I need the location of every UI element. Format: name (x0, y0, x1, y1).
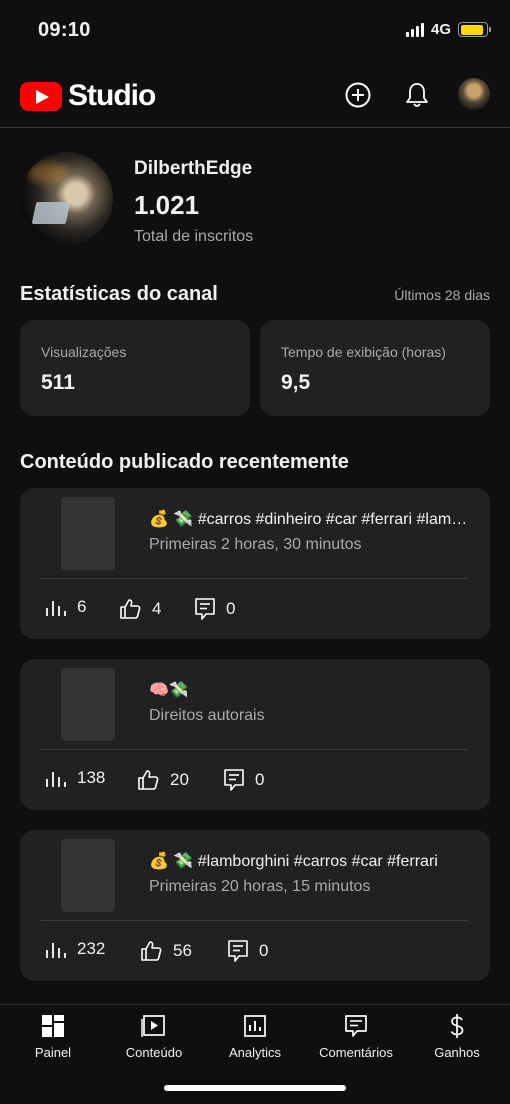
like-icon (141, 941, 162, 961)
notifications-icon (406, 83, 428, 107)
create-icon (345, 82, 371, 108)
likes-metric: 20 (136, 768, 189, 792)
views-metric: 138 (45, 768, 105, 788)
like-icon (138, 770, 159, 790)
stat-card-views[interactable]: Visualizações 511 (20, 320, 250, 416)
nav-label: Analytics (228, 1045, 282, 1060)
subscriber-label: Total de inscritos (134, 228, 254, 245)
studio-logo[interactable]: Studio (20, 79, 156, 113)
views-count: 6 (77, 597, 87, 616)
earn-icon (450, 1014, 464, 1038)
create-button[interactable] (343, 80, 373, 110)
views-icon (46, 943, 66, 958)
comment-icon (228, 940, 248, 962)
comment-icon (224, 769, 244, 791)
status-time: 09:10 (38, 19, 91, 41)
views-metric: 6 (45, 597, 86, 617)
subscriber-count: 1.021 (134, 190, 200, 220)
youtube-logo-icon (20, 81, 62, 111)
dashboard-icon (42, 1015, 64, 1037)
likes-metric: 4 (118, 597, 161, 621)
stats-title: Estatísticas do canal (20, 283, 218, 305)
status-bar: 09:10 4G (0, 0, 510, 62)
battery-icon (458, 22, 491, 37)
comments-count: 0 (259, 941, 269, 960)
home-indicator[interactable] (164, 1085, 346, 1091)
likes-count: 4 (152, 599, 162, 618)
likes-count: 20 (170, 770, 189, 789)
nav-item-analytics[interactable]: Analytics (205, 1013, 305, 1060)
stat-label: Tempo de exibição (horas) (281, 344, 446, 360)
stat-label: Visualizações (41, 344, 127, 360)
stats-period: Últimos 28 dias (394, 287, 490, 303)
notifications-button[interactable] (402, 80, 432, 110)
like-icon (120, 599, 141, 619)
divider (41, 920, 469, 921)
views-count: 138 (77, 768, 106, 787)
nav-item-comments[interactable]: Comentários (306, 1013, 406, 1060)
comments-metric: 0 (223, 768, 264, 792)
comments-count: 0 (255, 770, 265, 789)
stat-value: 511 (41, 371, 75, 394)
stat-value: 9,5 (281, 371, 311, 394)
nav-label: Conteúdo (125, 1045, 183, 1060)
views-count: 232 (77, 939, 106, 958)
video-subtitle: Direitos autorais (149, 707, 265, 724)
divider (41, 578, 469, 579)
comments-metric: 0 (194, 597, 235, 621)
content-card[interactable]: 🧠💸 Direitos autorais 138 20 0 (20, 659, 490, 810)
channel-avatar[interactable] (20, 152, 113, 245)
recent-content-title: Conteúdo publicado recentemente (20, 451, 349, 473)
video-subtitle: Primeiras 2 horas, 30 minutos (149, 536, 362, 553)
nav-label: Comentários (319, 1045, 393, 1060)
comment-icon (195, 598, 215, 620)
video-thumbnail (61, 668, 115, 741)
comments-icon (345, 1015, 367, 1037)
comments-count: 0 (226, 599, 236, 618)
nav-label: Painel (34, 1045, 72, 1060)
signal-icon (405, 22, 424, 37)
app-name: Studio (68, 79, 156, 112)
views-icon (46, 772, 66, 787)
views-icon (46, 601, 66, 616)
content-card[interactable]: 💰 💸 #carros #dinheiro #car #ferrari #lam… (20, 488, 490, 639)
status-indicators: 4G (405, 21, 491, 38)
nav-item-content[interactable]: Conteúdo (104, 1013, 204, 1060)
video-title: 💰 💸 #lamborghini #carros #car #ferrari (149, 853, 438, 870)
channel-name: DilberthEdge (134, 158, 253, 179)
video-title: 💰 💸 #carros #dinheiro #car #ferrari #lam… (149, 511, 469, 528)
views-metric: 232 (45, 939, 105, 959)
likes-count: 56 (173, 941, 192, 960)
network-type: 4G (430, 21, 451, 38)
video-thumbnail (61, 497, 115, 570)
nav-item-earn[interactable]: Ganhos (407, 1013, 507, 1060)
video-subtitle: Primeiras 20 horas, 15 minutos (149, 878, 371, 895)
divider (41, 749, 469, 750)
likes-metric: 56 (139, 939, 192, 963)
video-thumbnail (61, 839, 115, 912)
content-icon (141, 1015, 165, 1037)
nav-label: Ganhos (434, 1045, 480, 1060)
app-header: Studio (0, 62, 510, 128)
video-title: 🧠💸 (149, 682, 189, 699)
account-avatar[interactable] (458, 78, 490, 110)
nav-item-dashboard[interactable]: Painel (3, 1013, 103, 1060)
stat-card-watch-time[interactable]: Tempo de exibição (horas) 9,5 (260, 320, 490, 416)
content-card[interactable]: 💰 💸 #lamborghini #carros #car #ferrari P… (20, 830, 490, 981)
analytics-icon (244, 1015, 266, 1037)
comments-metric: 0 (227, 939, 268, 963)
